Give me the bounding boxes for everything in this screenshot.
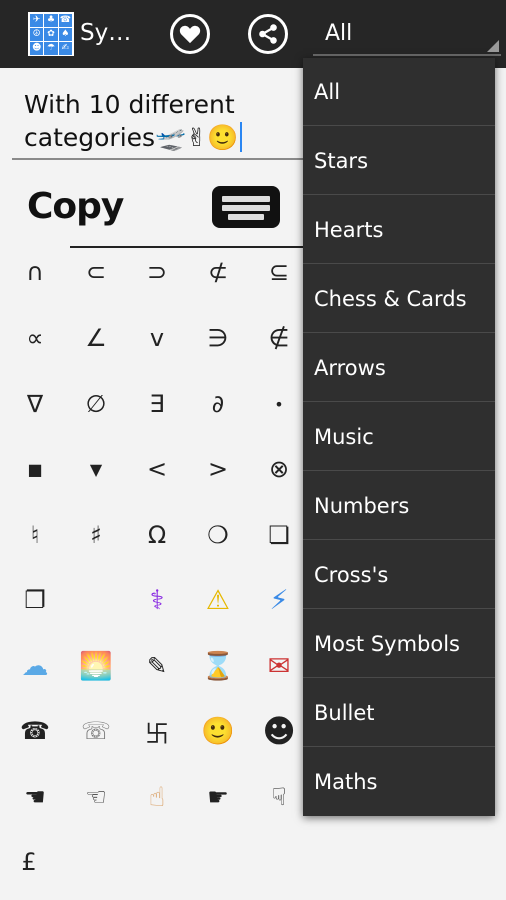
dropdown-item-music[interactable]: Music [303, 403, 495, 471]
symbol-cell[interactable] [68, 572, 124, 628]
dropdown-item-bullet[interactable]: Bullet [303, 679, 495, 747]
symbol-cell[interactable]: ∩ [7, 244, 63, 300]
symbol-cell[interactable]: < [129, 441, 185, 497]
symbol-cell[interactable]: ⊄ [190, 244, 246, 300]
symbol-cell[interactable]: 卐 [129, 703, 185, 759]
symbol-cell[interactable]: ∃ [129, 376, 185, 432]
symbol-cell[interactable]: ∉ [251, 310, 307, 366]
favorite-button[interactable] [170, 14, 210, 54]
app-logo-icon[interactable]: ✈ ♣ ☎ ☮ ✿ ♠ ☻ ☂ ✍ [28, 12, 74, 56]
dropdown-item-hearts[interactable]: Hearts [303, 196, 495, 264]
app-icon-cell: ✿ [44, 28, 58, 41]
symbol-cell[interactable]: ☁ [7, 638, 63, 694]
text-line-1: With 10 different [24, 90, 235, 119]
symbol-cell[interactable]: ⊃ [129, 244, 185, 300]
symbol-cell[interactable]: ⚡ [251, 572, 307, 628]
app-icon-cell: ☮ [30, 28, 44, 41]
symbol-cell[interactable]: 🙂 [190, 703, 246, 759]
share-button[interactable] [248, 14, 288, 54]
symbol-cell[interactable]: 🌅 [68, 638, 124, 694]
app-icon-cell: ☂ [44, 42, 58, 55]
dropdown-item-chess-cards[interactable]: Chess & Cards [303, 265, 495, 333]
text-cursor [240, 122, 243, 152]
symbol-cell[interactable]: ▼ [68, 441, 124, 497]
symbol-cell[interactable]: ⚠ [190, 572, 246, 628]
symbol-cell[interactable]: £ [1, 834, 57, 890]
symbol-cell[interactable]: ∝ [7, 310, 63, 366]
symbol-cell[interactable]: • [251, 376, 307, 432]
dropdown-item-crosses[interactable]: Cross's [303, 541, 495, 609]
symbol-cell[interactable]: ∅ [68, 376, 124, 432]
symbol-cell[interactable]: ☏ [68, 703, 124, 759]
symbol-cell[interactable]: ✎ [129, 638, 185, 694]
symbol-cell[interactable]: ❍ [190, 507, 246, 563]
spinner-selected-value: All [325, 21, 353, 46]
symbol-cell[interactable]: ∠ [68, 310, 124, 366]
symbol-cell[interactable]: ✉ [251, 638, 307, 694]
symbol-cell[interactable]: ∋ [190, 310, 246, 366]
symbol-cell[interactable]: ☻ [251, 703, 307, 759]
symbol-text-input[interactable]: With 10 different categories🛫✌🙂 [12, 88, 312, 160]
dropdown-item-stars[interactable]: Stars [303, 127, 495, 195]
share-icon [259, 24, 277, 44]
dropdown-item-maths[interactable]: Maths [303, 748, 495, 816]
heart-icon [179, 25, 201, 44]
symbol-cell[interactable]: ☎ [7, 703, 63, 759]
symbol-cell[interactable]: ☟ [251, 769, 307, 825]
symbol-cell[interactable]: v [129, 310, 185, 366]
symbol-cell[interactable]: ⚕ [129, 572, 185, 628]
symbol-cell[interactable]: ☝ [129, 769, 185, 825]
app-icon-cell: ♣ [44, 14, 58, 27]
app-title: Sy… [80, 20, 132, 46]
app-icon-cell: ☻ [30, 42, 44, 55]
app-icon-cell: ✈ [30, 14, 44, 27]
symbol-cell[interactable]: ☜ [68, 769, 124, 825]
app-icon-cell: ✍ [58, 42, 72, 55]
dropdown-item-all[interactable]: All [303, 58, 495, 126]
dropdown-item-numbers[interactable]: Numbers [303, 472, 495, 540]
symbol-cell[interactable]: ☛ [190, 769, 246, 825]
keyboard-button[interactable] [212, 186, 280, 228]
symbol-cell[interactable]: ❐ [7, 572, 63, 628]
dropdown-item-most-symbols[interactable]: Most Symbols [303, 610, 495, 678]
category-spinner[interactable]: All [313, 18, 501, 56]
symbol-cell[interactable]: ☚ [7, 769, 63, 825]
symbol-cell[interactable]: ■ [7, 441, 63, 497]
symbol-cell[interactable]: ⊗ [251, 441, 307, 497]
symbol-cell[interactable]: ♮ [7, 507, 63, 563]
text-line-2: categories🛫✌🙂 [24, 123, 239, 152]
symbol-cell[interactable]: ∇ [7, 376, 63, 432]
symbol-cell[interactable]: ⊂ [68, 244, 124, 300]
symbol-cell[interactable]: ⊆ [251, 244, 307, 300]
symbol-cell[interactable]: ♯ [68, 507, 124, 563]
symbol-cell[interactable]: Ω [129, 507, 185, 563]
app-icon-cell: ♠ [58, 28, 72, 41]
copy-button[interactable]: Copy [27, 186, 124, 227]
symbol-cell[interactable]: ❏ [251, 507, 307, 563]
symbol-cell[interactable]: ∂ [190, 376, 246, 432]
symbol-cell[interactable]: ⌛ [190, 638, 246, 694]
dropdown-triangle-icon [487, 40, 499, 52]
app-icon-cell: ☎ [58, 14, 72, 27]
symbol-cell[interactable]: > [190, 441, 246, 497]
category-dropdown-menu: All Stars Hearts Chess & Cards Arrows Mu… [303, 58, 495, 816]
dropdown-item-arrows[interactable]: Arrows [303, 334, 495, 402]
